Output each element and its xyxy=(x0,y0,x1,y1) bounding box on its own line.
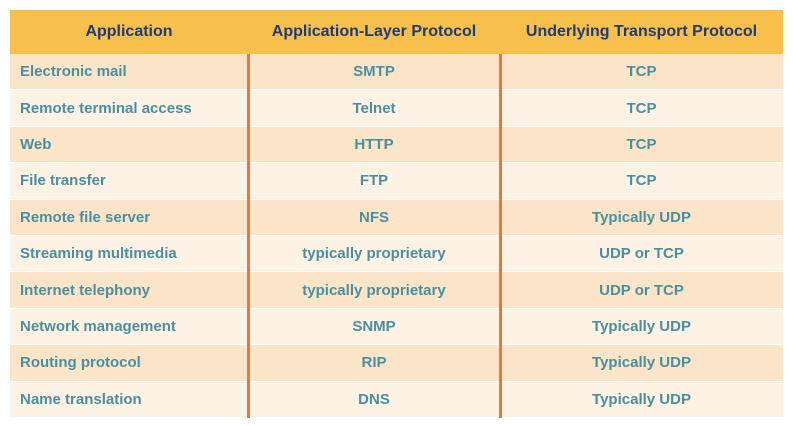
cell-protocol: RIP xyxy=(361,354,387,372)
cell-transport: TCP xyxy=(626,99,657,117)
cell-transport: Typically UDP xyxy=(592,317,691,335)
column-divider xyxy=(247,54,250,418)
cell-protocol: HTTP xyxy=(354,135,394,153)
cell-transport: Typically UDP xyxy=(592,354,691,372)
table-row: Name translation DNS Typically UDP xyxy=(10,381,783,418)
header-transport-protocol: Underlying Transport Protocol xyxy=(525,23,758,40)
cell-protocol: DNS xyxy=(358,390,390,408)
cell-transport: TCP xyxy=(626,135,657,153)
cell-application: Electronic mail xyxy=(20,63,127,81)
cell-transport: Typically UDP xyxy=(592,390,691,408)
table-header-row: Application Application-Layer Protocol U… xyxy=(10,10,783,54)
cell-transport: TCP xyxy=(626,172,657,190)
cell-transport: UDP or TCP xyxy=(599,281,684,299)
protocol-table: Application Application-Layer Protocol U… xyxy=(10,10,783,418)
cell-application: File transfer xyxy=(20,172,106,190)
table-row: File transfer FTP TCP xyxy=(10,163,783,200)
cell-application: Remote terminal access xyxy=(20,99,192,117)
table-row: Streaming multimedia typically proprieta… xyxy=(10,235,783,273)
header-app-layer-protocol: Application-Layer Protocol xyxy=(271,23,477,40)
table-row: Web HTTP TCP xyxy=(10,126,783,164)
column-divider xyxy=(499,54,502,418)
header-application: Application xyxy=(85,23,173,40)
cell-application: Routing protocol xyxy=(20,354,141,372)
cell-protocol: NFS xyxy=(359,208,389,226)
table-row: Remote terminal access Telnet TCP xyxy=(10,90,783,127)
cell-transport: Typically UDP xyxy=(592,208,691,226)
table-row: Network management SNMP Typically UDP xyxy=(10,308,783,346)
cell-transport: TCP xyxy=(626,63,657,81)
cell-application: Web xyxy=(20,135,52,153)
table-row: Electronic mail SMTP TCP xyxy=(10,54,783,91)
table-row: Remote file server NFS Typically UDP xyxy=(10,199,783,236)
cell-protocol: SNMP xyxy=(352,317,396,335)
cell-application: Internet telephony xyxy=(20,281,151,299)
cell-application: Streaming multimedia xyxy=(20,245,177,263)
cell-application: Name translation xyxy=(20,390,142,408)
table-row: Routing protocol RIP Typically UDP xyxy=(10,345,783,382)
cell-transport: UDP or TCP xyxy=(599,245,684,263)
table-row: Internet telephony typically proprietary… xyxy=(10,272,783,309)
cell-protocol: FTP xyxy=(359,172,389,190)
cell-protocol: Telnet xyxy=(352,99,396,117)
cell-protocol: typically proprietary xyxy=(302,281,446,299)
cell-application: Network management xyxy=(20,317,176,335)
cell-application: Remote file server xyxy=(20,208,151,226)
cell-protocol: typically proprietary xyxy=(302,245,446,263)
cell-protocol: SMTP xyxy=(353,63,395,81)
